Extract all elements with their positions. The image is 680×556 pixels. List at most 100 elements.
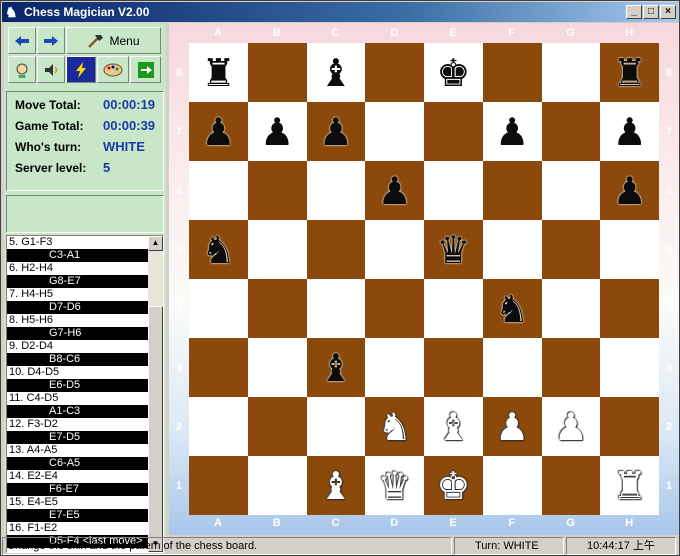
square-g1[interactable] <box>541 456 601 515</box>
white-pawn-icon[interactable]: ♟ <box>554 408 588 446</box>
square-f5[interactable] <box>482 220 542 279</box>
black-pawn-icon[interactable]: ♟ <box>613 172 647 210</box>
white-bishop-icon[interactable]: ♝ <box>436 408 470 446</box>
black-king-icon[interactable]: ♚ <box>436 54 470 92</box>
move-black[interactable]: D7-D6 <box>7 301 149 314</box>
black-rook-icon[interactable]: ♜ <box>201 54 235 92</box>
black-knight-icon[interactable]: ♞ <box>201 231 235 269</box>
square-b5[interactable] <box>247 220 307 279</box>
square-g3[interactable] <box>541 338 601 397</box>
square-b3[interactable] <box>247 338 307 397</box>
move-white[interactable]: 13. A4-A5 <box>7 444 149 457</box>
square-a6[interactable] <box>189 161 248 220</box>
white-queen-icon[interactable]: ♛ <box>378 467 412 505</box>
square-b2[interactable] <box>247 397 307 456</box>
move-black[interactable]: E7-E5 <box>7 509 149 522</box>
square-c5[interactable] <box>306 220 366 279</box>
move-white[interactable]: 8. H5-H6 <box>7 314 149 327</box>
square-g2[interactable]: ♟ <box>541 397 601 456</box>
black-pawn-icon[interactable]: ♟ <box>260 113 294 151</box>
black-bishop-icon[interactable]: ♝ <box>319 54 353 92</box>
square-b1[interactable] <box>247 456 307 515</box>
square-b8[interactable] <box>247 43 307 102</box>
square-f4[interactable]: ♞ <box>482 279 542 338</box>
close-button[interactable]: × <box>660 5 676 19</box>
square-f3[interactable] <box>482 338 542 397</box>
move-list[interactable]: 5. G1-F3 C3-A1 6. H2-H4 G8-E7 7. H4-H5 D7-D6 8… <box>6 235 164 553</box>
square-a2[interactable] <box>189 397 248 456</box>
move-white[interactable]: 12. F3-D2 <box>7 418 149 431</box>
move-white[interactable]: 10. D4-D5 <box>7 366 149 379</box>
black-pawn-icon[interactable]: ♟ <box>613 113 647 151</box>
square-h7[interactable]: ♟ <box>600 102 659 161</box>
move-list-scrollbar[interactable]: ▲ ▼ <box>148 236 163 552</box>
square-a7[interactable]: ♟ <box>189 102 248 161</box>
move-black[interactable]: E7-D5 <box>7 431 149 444</box>
minimize-button[interactable]: _ <box>626 5 642 19</box>
move-black[interactable]: B8-C6 <box>7 353 149 366</box>
square-h3[interactable] <box>600 338 659 397</box>
square-h6[interactable]: ♟ <box>600 161 659 220</box>
square-c1[interactable]: ♝ <box>306 456 366 515</box>
move-white[interactable]: 14. E2-E4 <box>7 470 149 483</box>
square-f2[interactable]: ♟ <box>482 397 542 456</box>
square-h2[interactable] <box>600 397 659 456</box>
square-h5[interactable] <box>600 220 659 279</box>
maximize-button[interactable]: □ <box>643 5 659 19</box>
black-pawn-icon[interactable]: ♟ <box>378 172 412 210</box>
scroll-thumb[interactable] <box>148 306 163 546</box>
square-f8[interactable] <box>482 43 542 102</box>
skin-button[interactable] <box>97 56 129 83</box>
move-black[interactable]: A1-C3 <box>7 405 149 418</box>
menu-button[interactable]: Menu <box>66 27 161 54</box>
white-pawn-icon[interactable]: ♟ <box>495 408 529 446</box>
square-d4[interactable] <box>365 279 424 338</box>
square-h1[interactable]: ♜ <box>600 456 659 515</box>
exit-button[interactable] <box>130 56 161 83</box>
square-b4[interactable] <box>247 279 307 338</box>
square-e8[interactable]: ♚ <box>424 43 483 102</box>
square-g6[interactable] <box>541 161 601 220</box>
square-g5[interactable] <box>541 220 601 279</box>
square-c8[interactable]: ♝ <box>306 43 366 102</box>
scroll-up-button[interactable]: ▲ <box>148 236 163 251</box>
move-white[interactable]: 9. D2-D4 <box>7 340 149 353</box>
square-d3[interactable] <box>365 338 424 397</box>
move-black[interactable]: E6-D5 <box>7 379 149 392</box>
black-knight-icon[interactable]: ♞ <box>495 290 529 328</box>
square-e1[interactable]: ♚ <box>424 456 483 515</box>
square-c2[interactable] <box>306 397 366 456</box>
move-white[interactable]: 15. E4-E5 <box>7 496 149 509</box>
square-g8[interactable] <box>541 43 601 102</box>
square-c4[interactable] <box>306 279 366 338</box>
forward-button[interactable] <box>37 27 65 54</box>
square-g4[interactable] <box>541 279 601 338</box>
square-h4[interactable] <box>600 279 659 338</box>
black-rook-icon[interactable]: ♜ <box>613 54 647 92</box>
square-h8[interactable]: ♜ <box>600 43 659 102</box>
square-b7[interactable]: ♟ <box>247 102 307 161</box>
white-rook-icon[interactable]: ♜ <box>613 467 647 505</box>
square-d6[interactable]: ♟ <box>365 161 424 220</box>
square-g7[interactable] <box>541 102 601 161</box>
square-a3[interactable] <box>189 338 248 397</box>
move-black[interactable]: F6-E7 <box>7 483 149 496</box>
square-b6[interactable] <box>247 161 307 220</box>
square-c3[interactable]: ♝ <box>306 338 366 397</box>
square-d2[interactable]: ♞ <box>365 397 424 456</box>
flash-button[interactable] <box>66 56 96 83</box>
move-white[interactable]: 11. C4-D5 <box>7 392 149 405</box>
black-pawn-icon[interactable]: ♟ <box>495 113 529 151</box>
square-a1[interactable] <box>189 456 248 515</box>
square-c7[interactable]: ♟ <box>306 102 366 161</box>
hint-button[interactable] <box>8 56 36 83</box>
square-e2[interactable]: ♝ <box>424 397 483 456</box>
black-pawn-icon[interactable]: ♟ <box>319 113 353 151</box>
black-pawn-icon[interactable]: ♟ <box>201 113 235 151</box>
square-a8[interactable]: ♜ <box>189 43 248 102</box>
move-black[interactable]: C3-A1 <box>7 249 149 262</box>
back-button[interactable] <box>8 27 36 54</box>
white-bishop-icon[interactable]: ♝ <box>319 467 353 505</box>
sound-button[interactable] <box>37 56 65 83</box>
move-white[interactable]: 5. G1-F3 <box>7 236 149 249</box>
